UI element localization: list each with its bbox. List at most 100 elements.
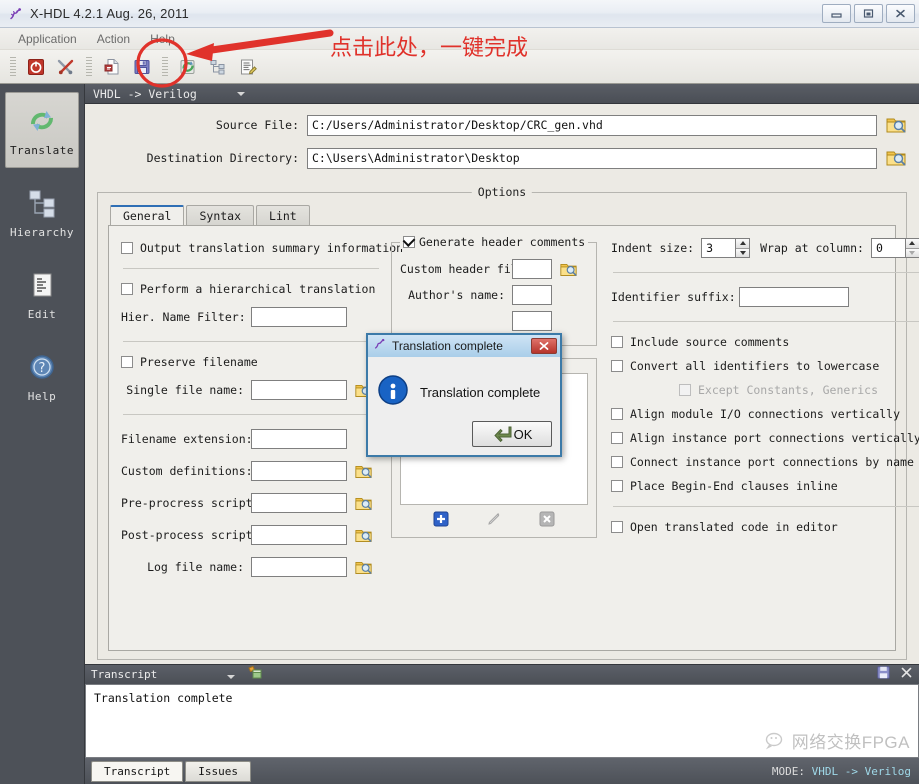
checkbox-output-translation-summary[interactable]: Output translation summary information <box>121 241 403 255</box>
pre-process-script-browse-button[interactable] <box>354 494 373 513</box>
generate-header-comments-checkbox[interactable]: Generate header comments <box>400 235 589 249</box>
single-file-name-label: Single file name: <box>126 383 244 397</box>
translate-icon[interactable] <box>174 53 202 81</box>
transcript-selector[interactable]: Transcript <box>91 668 241 681</box>
delete-icon[interactable] <box>539 511 555 527</box>
indent-size-up-button[interactable] <box>736 239 750 249</box>
clear-brush-icon[interactable] <box>247 665 263 685</box>
checkbox-place-begin-end-inline[interactable]: Place Begin-End clauses inline <box>611 479 919 493</box>
hierarchy-icon[interactable] <box>204 53 232 81</box>
indent-size-buttons <box>735 238 751 258</box>
add-icon[interactable] <box>433 511 449 527</box>
post-process-script-input[interactable] <box>251 525 347 545</box>
custom-header-file-browse-button[interactable] <box>559 260 578 279</box>
checkbox-box <box>611 336 623 348</box>
wrap-at-column-down-button[interactable] <box>905 248 919 257</box>
indent-size-down-button[interactable] <box>736 248 750 257</box>
tools-icon[interactable] <box>52 53 80 81</box>
indent-size-stepper[interactable]: 3 <box>701 238 751 258</box>
checkbox-label: Output translation summary information <box>140 241 404 255</box>
wrap-at-column-up-button[interactable] <box>905 239 919 249</box>
checkbox-except-constants-generics[interactable]: Except Constants, Generics <box>679 383 919 397</box>
edit-pencil-icon[interactable] <box>486 511 502 527</box>
checkbox-align-instance-port[interactable]: Align instance port connections vertical… <box>611 431 919 445</box>
wrap-at-column-stepper[interactable]: 0 <box>870 238 919 258</box>
custom-header-file-input[interactable] <box>512 259 552 279</box>
tab-general[interactable]: General <box>110 205 185 225</box>
menu-item-application[interactable]: Application <box>8 30 87 48</box>
checkbox-label: Generate header comments <box>419 235 586 249</box>
custom-definitions-label: Custom definitions: <box>121 464 253 478</box>
sidebar-item-edit[interactable]: Edit <box>5 256 79 332</box>
tab-lint[interactable]: Lint <box>256 205 310 225</box>
extra-header-input[interactable] <box>512 311 552 331</box>
sidebar-item-label: Translate <box>9 143 75 157</box>
open-file-icon[interactable] <box>98 53 126 81</box>
toolbar-grip-2[interactable] <box>86 56 92 77</box>
identifier-suffix-input[interactable] <box>739 287 849 307</box>
dialog-ok-button[interactable]: OK <box>472 421 552 447</box>
dialog-message: Translation complete <box>420 384 541 400</box>
checkbox-convert-identifiers-lowercase[interactable]: Convert all identifiers to lowercase <box>611 359 919 373</box>
exit-icon[interactable] <box>22 53 50 81</box>
checkbox-connect-instance-port-by-name[interactable]: Connect instance port connections by nam… <box>611 455 919 469</box>
status-mode-value: VHDL -> Verilog <box>811 764 911 778</box>
mode-selector[interactable]: VHDL -> Verilog <box>93 85 251 103</box>
checkbox-label: Open translated code in editor <box>630 520 838 534</box>
menu-item-help[interactable]: Help <box>140 30 185 48</box>
custom-definitions-input[interactable] <box>251 461 347 481</box>
sidebar-item-translate[interactable]: Translate <box>5 92 79 168</box>
sidebar-item-help[interactable]: ? Help <box>5 338 79 414</box>
source-file-input[interactable]: C:/Users/Administrator/Desktop/CRC_gen.v… <box>307 114 877 136</box>
header-comments-group: Generate header comments Custom header f… <box>391 235 597 346</box>
title-bar: X-HDL 4.2.1 Aug. 26, 2011 <box>0 0 919 28</box>
checkbox-open-translated-code-in-editor[interactable]: Open translated code in editor <box>611 520 919 534</box>
save-icon[interactable] <box>128 53 156 81</box>
source-file-row: Source File: C:/Users/Administrator/Desk… <box>97 114 907 136</box>
checkbox-box <box>611 360 623 372</box>
close-icon[interactable] <box>900 666 913 684</box>
dialog-close-button[interactable] <box>531 338 557 354</box>
minimize-button[interactable] <box>822 4 851 23</box>
checkbox-align-module-io[interactable]: Align module I/O connections vertically <box>611 407 919 421</box>
hier-name-filter-input[interactable] <box>251 307 347 327</box>
window-title: X-HDL 4.2.1 Aug. 26, 2011 <box>30 6 189 21</box>
authors-name-input[interactable] <box>512 285 552 305</box>
indent-size-value[interactable]: 3 <box>701 238 736 258</box>
destination-directory-browse-button[interactable] <box>885 147 907 169</box>
post-process-script-browse-button[interactable] <box>354 526 373 545</box>
tab-syntax[interactable]: Syntax <box>186 205 255 225</box>
pre-process-script-input[interactable] <box>251 493 347 513</box>
sidebar-item-hierarchy[interactable]: Hierarchy <box>5 174 79 250</box>
checkbox-box <box>611 480 623 492</box>
divider <box>123 414 379 415</box>
single-file-name-input[interactable] <box>251 380 347 400</box>
tab-transcript[interactable]: Transcript <box>91 760 184 782</box>
toolbar-grip[interactable] <box>10 56 16 77</box>
source-file-label: Source File: <box>215 118 299 132</box>
save-icon[interactable] <box>877 665 890 684</box>
wrap-at-column-value[interactable]: 0 <box>870 238 905 258</box>
filename-extension-input[interactable] <box>251 429 347 449</box>
dialog-message-row: Translation complete <box>376 363 552 421</box>
close-button[interactable] <box>886 4 915 23</box>
custom-definitions-browse-button[interactable] <box>354 462 373 481</box>
tab-issues[interactable]: Issues <box>185 760 251 782</box>
log-file-name-browse-button[interactable] <box>354 558 373 577</box>
translation-complete-dialog[interactable]: Translation complete Translation complet… <box>366 333 562 457</box>
source-file-browse-button[interactable] <box>885 114 907 136</box>
checkbox-preserve-filename[interactable]: Preserve filename <box>121 355 381 369</box>
maximize-button[interactable] <box>854 4 883 23</box>
identifier-suffix-row: Identifier suffix: <box>611 287 919 307</box>
menu-item-action[interactable]: Action <box>87 30 140 48</box>
toolbar-grip-3[interactable] <box>162 56 168 77</box>
transcript-body[interactable]: Translation complete 网络交换FPGA <box>85 684 919 758</box>
destination-directory-input[interactable]: C:\Users\Administrator\Desktop <box>307 147 877 169</box>
edit-icon[interactable] <box>234 53 262 81</box>
transcript-panel: Transcript Translation complete 网络交换FPGA… <box>85 664 919 784</box>
log-file-name-input[interactable] <box>251 557 347 577</box>
enter-arrow-icon <box>493 426 512 443</box>
transcript-selector-value: Transcript <box>91 668 158 681</box>
checkbox-include-source-comments[interactable]: Include source comments <box>611 335 919 349</box>
checkbox-perform-hierarchical-translation[interactable]: Perform a hierarchical translation <box>121 282 381 296</box>
